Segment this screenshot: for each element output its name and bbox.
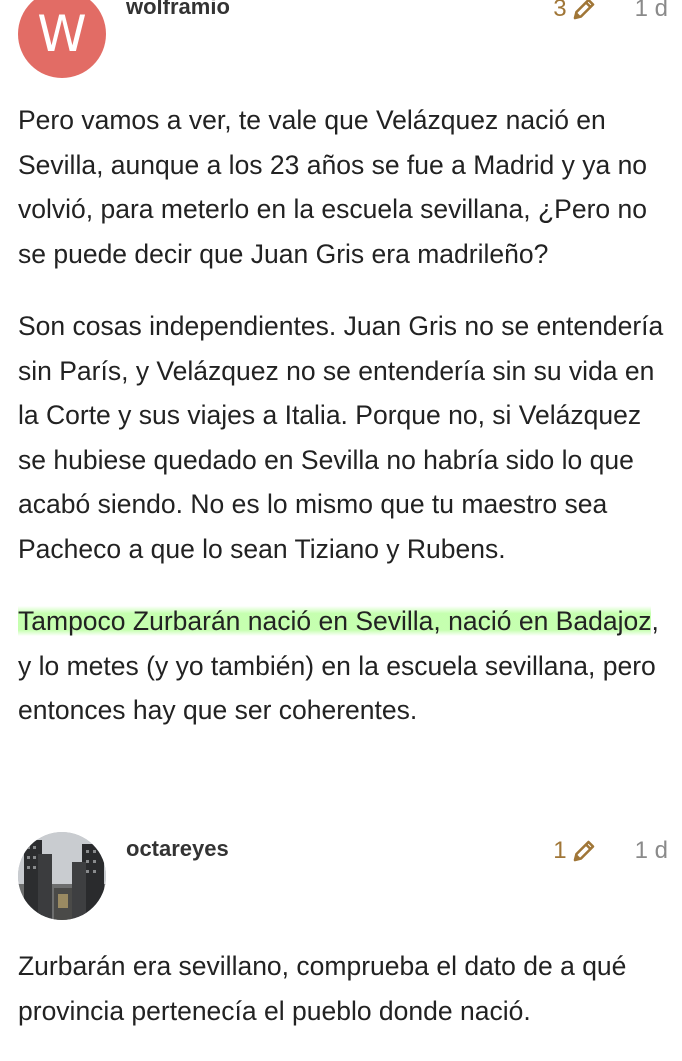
username[interactable]: octareyes <box>126 836 229 862</box>
avatar-letter: W <box>37 5 87 63</box>
edit-count[interactable]: 3 <box>553 0 566 23</box>
username[interactable]: wolframio <box>126 0 230 20</box>
post-octareyes: octareyes 1 1 d Zurbarán era sevillano, … <box>0 832 682 1042</box>
pencil-icon[interactable] <box>571 838 597 864</box>
avatar[interactable] <box>18 832 106 920</box>
highlighted-text: Tampoco Zurbarán nació en Sevilla, nació… <box>18 606 652 636</box>
post-paragraph: Zurbarán era sevillano, comprueba el dat… <box>18 951 627 1026</box>
avatar[interactable]: W <box>18 0 106 78</box>
post-wolframio: W wolframio 3 1 d Pero vamos a ver, te v… <box>0 0 682 820</box>
post-body: Zurbarán era sevillano, comprueba el dat… <box>18 944 668 1061</box>
post-meta: 1 1 d <box>553 836 668 866</box>
post-paragraph: Son cosas independientes. Juan Gris no s… <box>18 311 664 564</box>
post-age[interactable]: 1 d <box>635 0 668 23</box>
pencil-icon[interactable] <box>571 0 597 22</box>
post-age[interactable]: 1 d <box>635 837 668 865</box>
post-meta: 3 1 d <box>553 0 668 24</box>
avatar-photo-image <box>18 832 106 920</box>
edit-count[interactable]: 1 <box>553 837 566 865</box>
post-body: Pero vamos a ver, te vale que Velázquez … <box>18 98 668 761</box>
post-paragraph: Tampoco Zurbarán nació en Sevilla, nació… <box>18 599 668 733</box>
post-paragraph: Pero vamos a ver, te vale que Velázquez … <box>18 105 648 269</box>
